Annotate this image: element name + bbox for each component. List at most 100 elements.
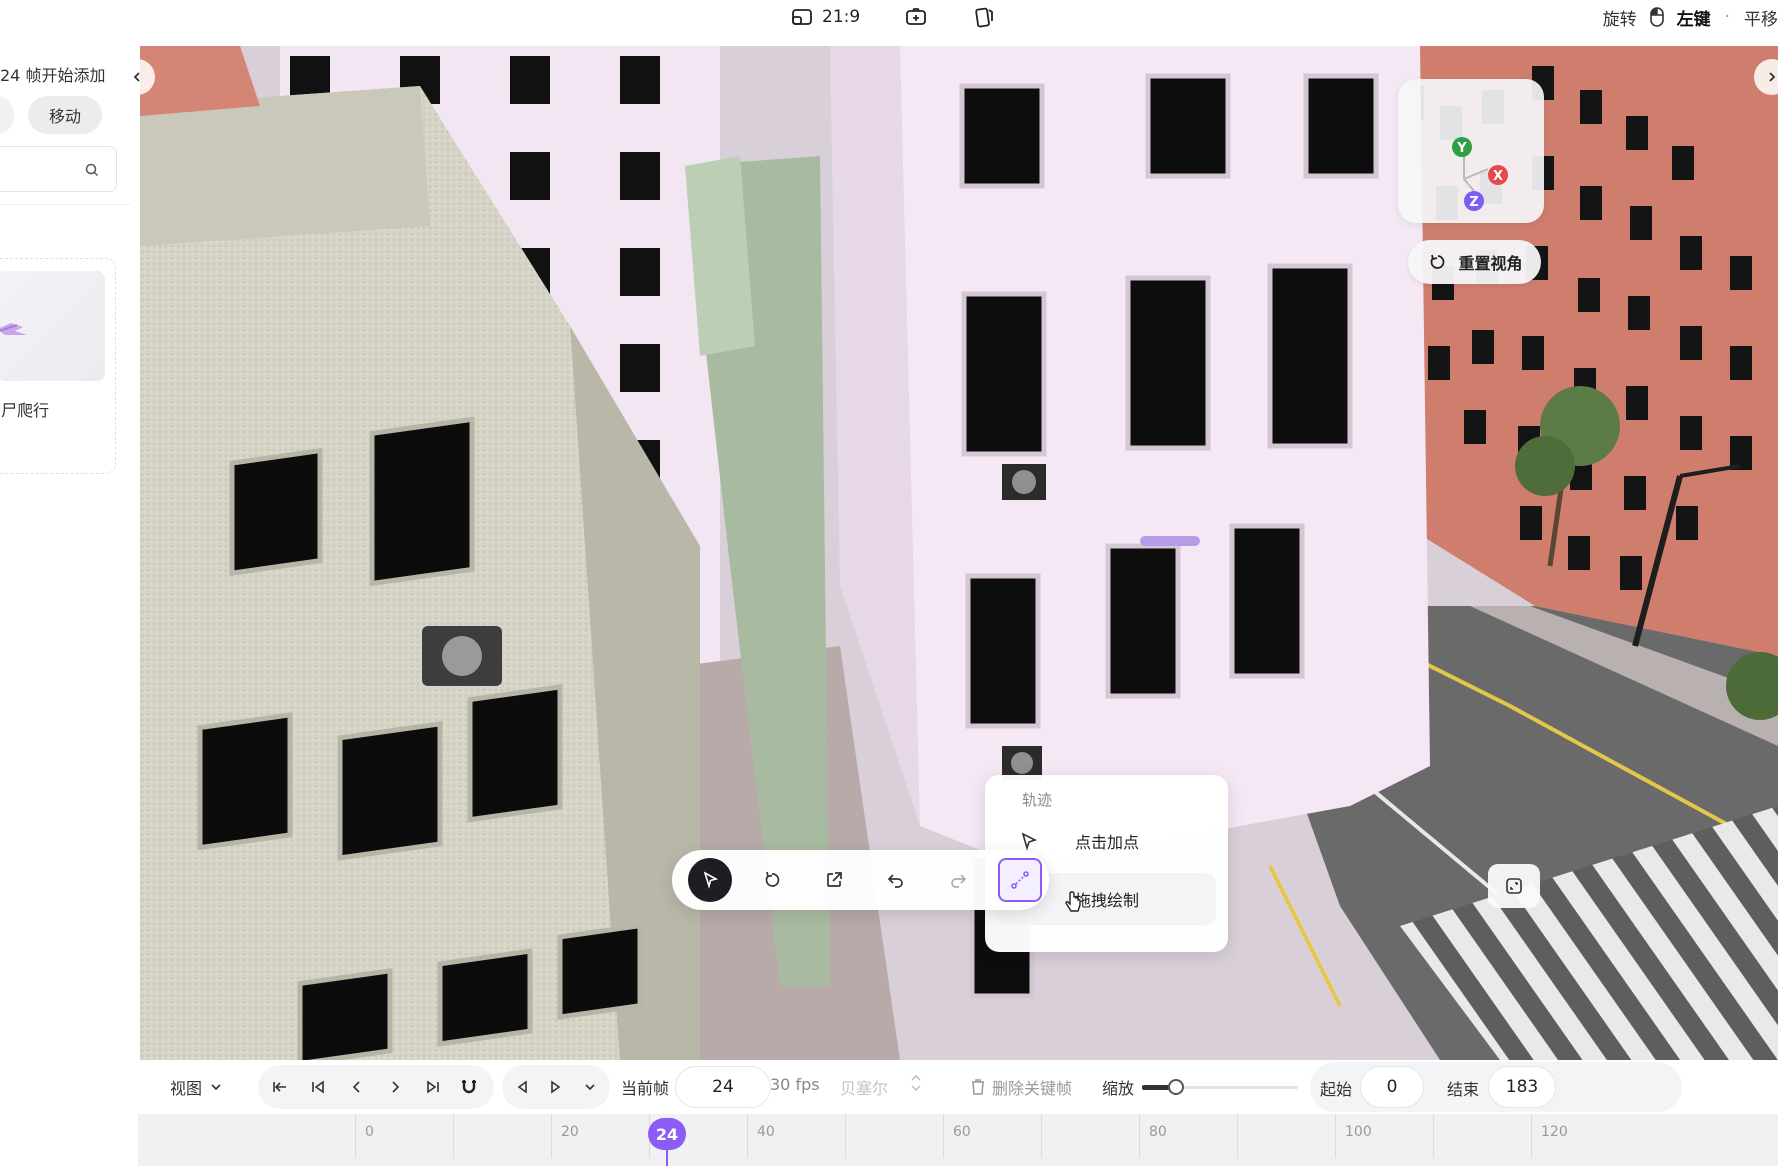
timeline-ruler[interactable]: 0 20 40 60 80 100 120 [138, 1114, 1778, 1166]
fps-label: 30 fps [770, 1075, 820, 1094]
trajectory-tool-button[interactable] [998, 858, 1042, 902]
start-label: 起始 [1320, 1080, 1353, 1099]
playback-controls [502, 1065, 610, 1109]
prev-keyframe-button[interactable] [306, 1074, 330, 1100]
trajectory-title: 轨迹 [1022, 791, 1053, 809]
ruler-tick-label: 40 [757, 1124, 775, 1140]
current-frame-input[interactable]: 24 [675, 1066, 771, 1108]
jump-start-button[interactable] [268, 1074, 292, 1100]
timeline-controls: 视图 当前帧 24 30 fps 贝塞尔 删除关键帧 缩放 起始 0 结束 18… [140, 1060, 1778, 1114]
ruler-tick-label: 60 [953, 1124, 971, 1140]
collapse-left-button[interactable] [119, 59, 155, 95]
panel-divider [0, 204, 130, 205]
search-box [0, 146, 117, 192]
camera-add-icon [904, 5, 928, 29]
axis-z-label: Z [1469, 195, 1478, 210]
current-frame-label: 当前帧 [621, 1079, 670, 1098]
search-icon[interactable] [80, 158, 104, 182]
chevron-down-icon [211, 1084, 221, 1091]
ruler-tick-label: 120 [1541, 1124, 1568, 1140]
ruler-tick-label: 100 [1345, 1124, 1372, 1140]
playback-options-button[interactable] [580, 1074, 600, 1100]
3d-viewport[interactable]: Y X Z 重置视角 轨迹 点击加点 拖拽绘制 [140, 46, 1778, 1060]
playhead-marker[interactable]: 24 [648, 1118, 686, 1150]
ruler-minor-tick [1237, 1114, 1238, 1158]
hint-rotate: 旋转 [1602, 9, 1637, 30]
end-label: 结束 [1447, 1080, 1480, 1099]
ruler-tick [1139, 1114, 1140, 1158]
aspect-ratio-button[interactable]: 21:9 [790, 5, 860, 29]
select-tool-button[interactable] [688, 858, 732, 902]
fullscreen-button[interactable] [1488, 864, 1540, 908]
screenshot-button[interactable] [904, 5, 928, 29]
mouse-hints: 旋转 左键 · 平移 [1603, 4, 1778, 30]
axis-gizmo-svg: Y X Z [1452, 137, 1508, 211]
chevron-left-icon [133, 72, 140, 82]
zoom-slider-handle[interactable] [1168, 1079, 1184, 1095]
next-keyframe-icon [427, 1080, 440, 1094]
chevron-right-icon [1769, 72, 1776, 82]
play-icon [551, 1080, 561, 1094]
jump-start-icon [273, 1082, 287, 1092]
orientation-gizmo[interactable]: Y X Z [1398, 79, 1544, 223]
rotate-tool-button[interactable] [750, 858, 794, 902]
view-dropdown-label: 视图 [170, 1079, 203, 1098]
hint-left-key: 左键 [1676, 9, 1711, 30]
next-keyframe-button[interactable] [421, 1074, 445, 1100]
easing-stepper-icon[interactable] [910, 1073, 922, 1097]
undo-icon [884, 868, 908, 892]
top-bar: 21:9 旋转 左键 · 平移 [0, 0, 1778, 46]
ruler-tick [551, 1114, 552, 1158]
move-chip-button[interactable]: 移动 [28, 96, 102, 134]
play-button[interactable] [546, 1074, 566, 1100]
ruler-tick [943, 1114, 944, 1158]
easing-select[interactable]: 贝塞尔 [840, 1075, 888, 1099]
hint-pan: 平移 [1744, 9, 1778, 30]
ruler-minor-tick [845, 1114, 846, 1158]
redo-icon [946, 868, 970, 892]
zoom-label: 缩放 [1102, 1079, 1135, 1098]
magnet-snap-button[interactable] [446, 1065, 492, 1109]
ruler-minor-tick [1433, 1114, 1434, 1158]
export-tool-button[interactable] [812, 858, 856, 902]
fullscreen-icon [1502, 874, 1526, 898]
chevron-down-icon [585, 1084, 595, 1091]
search-input[interactable] [3, 157, 73, 183]
path-icon [1008, 868, 1032, 892]
start-frame-input[interactable]: 0 [1360, 1066, 1424, 1108]
aspect-ratio-label: 21:9 [822, 7, 861, 27]
device-button[interactable] [972, 5, 996, 29]
delete-keyframe-button[interactable]: 删除关键帧 [970, 1075, 1072, 1099]
play-reverse-button[interactable] [512, 1074, 532, 1100]
add-hint-text: 24 帧开始添加 [0, 66, 106, 85]
axis-y-label: Y [1456, 141, 1467, 156]
next-frame-icon [392, 1081, 400, 1093]
motion-thumbnail [0, 271, 105, 381]
playhead-line [666, 1148, 668, 1166]
ruler-tick-label: 80 [1149, 1124, 1167, 1140]
ruler-tick-label: 0 [365, 1124, 374, 1140]
prev-keyframe-icon [312, 1080, 325, 1094]
reset-view-label: 重置视角 [1458, 254, 1523, 273]
motion-card[interactable]: 尸爬行 [0, 258, 116, 474]
prev-frame-icon [352, 1081, 360, 1093]
aspect-ratio-icon [790, 5, 814, 29]
magnet-icon [462, 1080, 476, 1094]
ruler-tick [1531, 1114, 1532, 1158]
axis-x-label: X [1493, 169, 1503, 184]
view-dropdown[interactable]: 视图 [170, 1075, 222, 1099]
frame-range: 起始 0 结束 183 [1310, 1062, 1682, 1112]
ruler-tick [1335, 1114, 1336, 1158]
end-frame-input[interactable]: 183 [1488, 1066, 1556, 1108]
reset-view-button[interactable]: 重置视角 [1408, 240, 1541, 284]
play-reverse-icon [517, 1080, 527, 1094]
undo-button[interactable] [874, 858, 918, 902]
export-icon [822, 868, 846, 892]
prev-frame-button[interactable] [345, 1074, 369, 1100]
top-center-controls: 21:9 [790, 4, 996, 30]
next-frame-button[interactable] [383, 1074, 407, 1100]
hint-separator: · [1724, 7, 1730, 27]
redo-button[interactable] [936, 858, 980, 902]
click-add-point-label: 点击加点 [1075, 833, 1140, 852]
filter-chip[interactable] [0, 96, 14, 134]
